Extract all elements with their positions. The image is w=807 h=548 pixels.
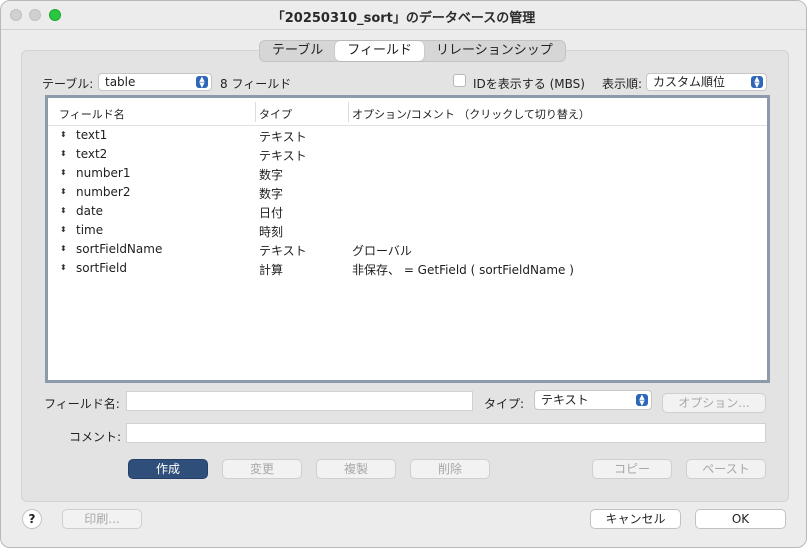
window-title: 「20250310_sort」のデータベースの管理 [271,11,536,26]
fields-table[interactable]: フィールド名 タイプ オプション/コメント （クリックして切り替え） ⬍ tex… [45,95,770,383]
drag-handle-icon[interactable]: ⬍ [60,149,67,158]
row-field-type: 計算 [259,263,284,277]
drag-handle-icon[interactable]: ⬍ [60,263,67,272]
table-select-value: table [105,75,136,89]
row-field-type: テキスト [259,130,307,144]
table-row[interactable]: ⬍ time 時刻 [48,221,767,240]
field-name-label: フィールド名: [44,397,120,411]
row-field-name: text1 [76,128,108,142]
table-row[interactable]: ⬍ text1 テキスト [48,126,767,145]
type-select-value: テキスト [541,393,589,407]
sort-order-label: 表示順: [602,77,643,91]
column-header-field-name[interactable]: フィールド名 [59,106,125,122]
help-button[interactable]: ? [22,509,42,529]
drag-handle-icon[interactable]: ⬍ [60,225,67,234]
show-id-checkbox[interactable] [453,74,466,87]
cancel-button[interactable]: キャンセル [590,509,681,529]
row-field-type: 時刻 [259,225,284,239]
drag-handle-icon[interactable]: ⬍ [60,244,67,253]
row-field-name: number2 [76,185,131,199]
table-select[interactable]: table ▲ ▼ [98,73,212,91]
column-divider [255,102,256,122]
delete-button[interactable]: 削除 [410,459,490,479]
tab-bar: テーブル フィールド リレーションシップ [259,40,566,62]
comment-input[interactable] [126,423,766,443]
row-field-options: 非保存、 = GetField ( sortFieldName ) [352,263,574,277]
table-select-label: テーブル: [42,77,94,91]
drag-handle-icon[interactable]: ⬍ [60,130,67,139]
drag-handle-icon[interactable]: ⬍ [60,168,67,177]
print-button[interactable]: 印刷... [62,509,142,529]
type-label: タイプ: [484,397,525,411]
chevron-up-down-icon: ▲ ▼ [751,76,763,89]
drag-handle-icon[interactable]: ⬍ [60,206,67,215]
row-field-options: グローバル [352,244,412,258]
tab-fields[interactable]: フィールド [335,41,424,61]
row-field-type: テキスト [259,149,307,163]
row-field-name: text2 [76,147,108,161]
table-row[interactable]: ⬍ number1 数字 [48,164,767,183]
sort-order-value: カスタム順位 [653,75,726,89]
tab-tables[interactable]: テーブル [260,41,335,61]
table-row[interactable]: ⬍ number2 数字 [48,183,767,202]
change-button[interactable]: 変更 [222,459,302,479]
duplicate-button[interactable]: 複製 [316,459,396,479]
column-header-type[interactable]: タイプ [259,106,292,122]
table-header: フィールド名 タイプ オプション/コメント （クリックして切り替え） [48,98,767,126]
row-field-name: sortFieldName [76,242,163,256]
options-button[interactable]: オプション... [662,393,766,413]
tab-relationships[interactable]: リレーションシップ [424,41,565,61]
paste-button[interactable]: ペースト [686,459,766,479]
table-row[interactable]: ⬍ date 日付 [48,202,767,221]
table-row[interactable]: ⬍ text2 テキスト [48,145,767,164]
row-field-type: テキスト [259,244,307,258]
row-field-name: date [76,204,104,218]
column-header-options[interactable]: オプション/コメント （クリックして切り替え） [352,106,590,122]
row-field-type: 数字 [259,187,284,201]
show-id-label: IDを表示する (MBS) [473,77,585,91]
field-name-input[interactable] [126,391,473,411]
field-count: 8 フィールド [220,77,292,91]
title-bar[interactable]: 「20250310_sort」のデータベースの管理 [1,1,806,30]
chevron-up-down-icon: ▲ ▼ [196,76,208,89]
ok-button[interactable]: OK [695,509,786,529]
create-button[interactable]: 作成 [128,459,208,479]
row-field-name: number1 [76,166,131,180]
comment-label: コメント: [69,430,122,444]
chevron-up-down-icon: ▲ ▼ [636,394,648,407]
table-row[interactable]: ⬍ sortFieldName テキスト グローバル [48,240,767,259]
copy-button[interactable]: コピー [592,459,672,479]
column-divider [348,102,349,122]
manage-database-window: 「20250310_sort」のデータベースの管理 テーブル フィールド リレー… [0,0,807,548]
row-field-name: sortField [76,261,127,275]
table-row[interactable]: ⬍ sortField 計算 非保存、 = GetField ( sortFie… [48,259,767,278]
row-field-type: 日付 [259,206,284,220]
sort-order-select[interactable]: カスタム順位 ▲ ▼ [646,73,767,91]
row-field-name: time [76,223,104,237]
row-field-type: 数字 [259,168,284,182]
drag-handle-icon[interactable]: ⬍ [60,187,67,196]
type-select[interactable]: テキスト ▲ ▼ [534,390,652,410]
